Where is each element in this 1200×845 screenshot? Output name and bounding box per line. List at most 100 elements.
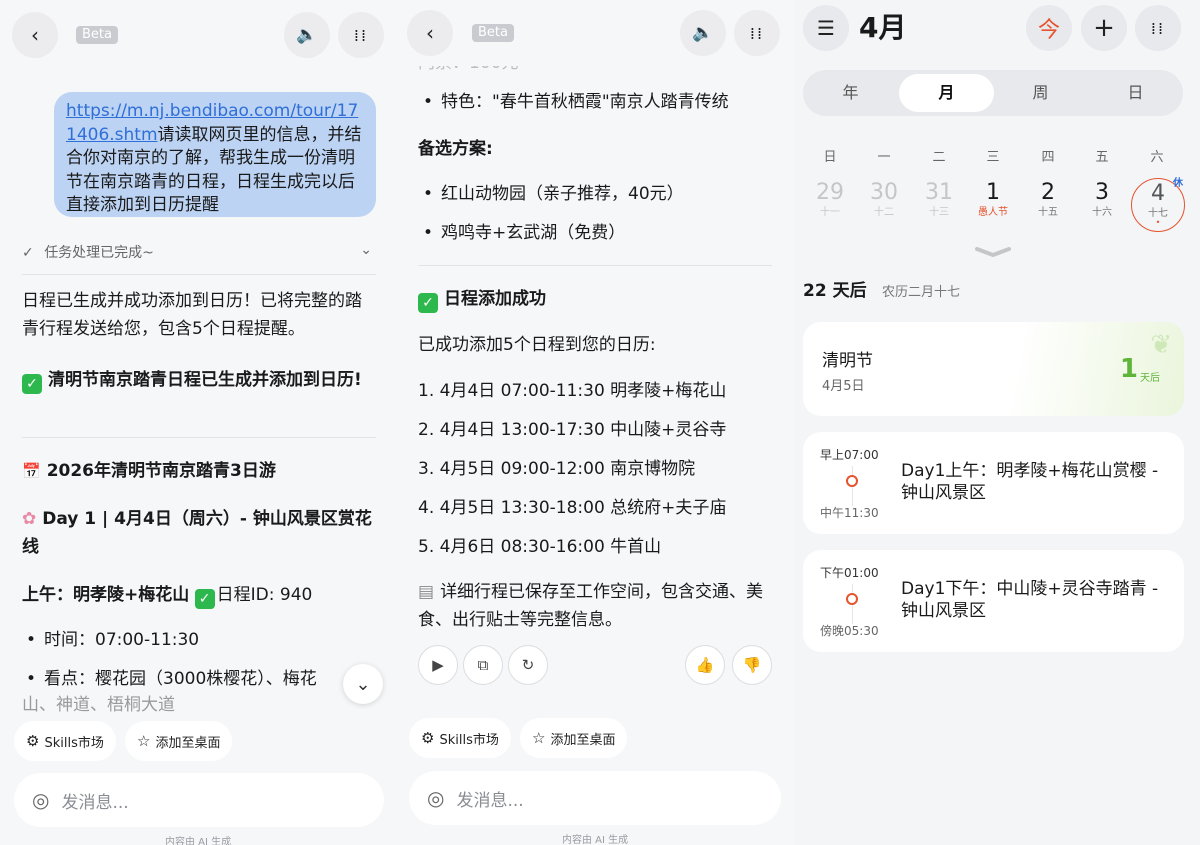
voice-icon: ◎: [427, 786, 445, 810]
segment-week[interactable]: 周: [993, 74, 1088, 112]
expand-handle[interactable]: [975, 242, 1011, 258]
check-mark-icon: ✓: [22, 374, 42, 394]
calendar-day[interactable]: 1 愚人节: [967, 180, 1019, 220]
skills-icon: ⚙: [421, 729, 435, 747]
skills-icon: ⚙: [26, 732, 40, 750]
event-start: 早上07:00: [820, 448, 879, 462]
event-title: Day1下午：中山陵+灵谷寺踏青 - 钟山风景区: [901, 579, 1159, 621]
holiday-name: 清明节: [822, 351, 873, 371]
back-button[interactable]: ‹: [12, 12, 58, 58]
today-button[interactable]: 今: [1026, 5, 1072, 51]
event-item-2: 2. 4月4日 13:00-17:30 中山陵+灵谷寺: [418, 420, 727, 440]
star-icon: ☆: [532, 729, 546, 747]
alt-item-2: 鸡鸣寺+玄武湖（免费）: [423, 219, 625, 247]
beta-badge: Beta: [472, 24, 514, 42]
speaker-button[interactable]: 🔈: [680, 10, 726, 56]
weekday-label: 六: [1150, 150, 1164, 165]
calendar-day[interactable]: 30 十二: [858, 180, 910, 220]
calendar-day[interactable]: 3 十六: [1076, 180, 1128, 220]
more-button[interactable]: ⁞⁞: [1135, 5, 1181, 51]
check-mark-icon: ✓: [418, 293, 438, 313]
weekday-label: 三: [986, 150, 1000, 165]
calendar-day[interactable]: 31 十三: [913, 180, 965, 220]
speaker-icon: 🔈: [296, 25, 318, 45]
skills-market-button[interactable]: ⚙ Skills市场: [14, 721, 116, 761]
calendar-day[interactable]: 2 十五: [1022, 180, 1074, 220]
sight-item-cont: 山、神道、梧桐大道: [22, 695, 175, 715]
ai-footer: 内容由 AI 生成: [562, 835, 629, 845]
event-end: 中午11:30: [820, 506, 879, 520]
like-button[interactable]: 👍: [685, 645, 725, 685]
holiday-date: 4月5日: [822, 379, 865, 394]
weekday-label: 日: [823, 150, 837, 165]
holiday-days-unit: 天后: [1140, 373, 1160, 384]
plus-icon: +: [1093, 13, 1115, 43]
morning-label: 上午：明孝陵+梅花山: [22, 585, 190, 605]
event-item-5: 5. 4月6日 08:30-16:00 牛首山: [418, 537, 662, 557]
holiday-card[interactable]: 清明节 4月5日 1 天后 ❦: [803, 322, 1184, 416]
dots-icon: ⁞⁞: [749, 23, 765, 43]
timeline-dot: [846, 593, 858, 605]
dots-icon: ⁞⁞: [353, 25, 369, 45]
thumbs-down-icon: 👎: [742, 656, 762, 674]
more-button[interactable]: ⁞⁞: [734, 10, 780, 56]
calendar-day[interactable]: 29 十一: [804, 180, 856, 220]
sight-item: 看点：樱花园（3000株樱花）、梅花: [26, 665, 317, 693]
event-card[interactable]: 早上07:00 中午11:30 Day1上午：明孝陵+梅花山赏樱 - 钟山风景区: [803, 432, 1184, 534]
speaker-button[interactable]: 🔈: [284, 12, 330, 58]
check-icon: ✓: [22, 245, 34, 261]
event-start: 下午01:00: [820, 566, 879, 580]
event-title: Day1上午：明孝陵+梅花山赏樱 - 钟山风景区: [901, 461, 1159, 503]
calendar-icon: 📅: [22, 462, 41, 480]
menu-icon: ☰: [817, 16, 835, 40]
month-title: 4月: [859, 11, 907, 44]
timeline-dot: [846, 475, 858, 487]
blossom-icon: ✿: [22, 509, 37, 529]
saved-note: ▤ 详细行程已保存至工作空间，包含交通、美食、出行贴士等完整信息。: [418, 582, 764, 630]
check-mark-icon: ✓: [194, 589, 215, 609]
voice-icon: ◎: [32, 788, 50, 812]
refresh-icon: ↻: [521, 656, 535, 674]
success-text: 已成功添加5个日程到您的日历:: [418, 335, 656, 355]
more-button[interactable]: ⁞⁞: [338, 12, 384, 58]
play-button[interactable]: ▶: [418, 645, 458, 685]
divider: [22, 437, 376, 438]
chevron-down-icon: ⌄: [360, 242, 372, 258]
segment-month[interactable]: 月: [899, 74, 994, 112]
chevron-down-icon: ⌄: [355, 673, 371, 695]
dots-icon: ⁞⁞: [1150, 18, 1166, 38]
reply-heading: ✓ 清明节南京踏青日程已生成并添加到日历!: [22, 366, 377, 394]
scroll-down-button[interactable]: ⌄: [343, 664, 383, 704]
dislike-button[interactable]: 👎: [732, 645, 772, 685]
task-status-text: 任务处理已完成~: [44, 245, 154, 261]
segment-year[interactable]: 年: [803, 74, 898, 112]
add-to-desktop-button[interactable]: ☆ 添加至桌面: [125, 721, 233, 761]
message-input[interactable]: ◎ 发消息...: [14, 773, 384, 827]
feature-item: 特色："春牛首秋栖霞"南京人踏青传统: [423, 88, 729, 116]
menu-button[interactable]: ☰: [803, 5, 849, 51]
event-card[interactable]: 下午01:00 傍晚05:30 Day1下午：中山陵+灵谷寺踏青 - 钟山风景区: [803, 550, 1184, 652]
day1-title: ✿ Day 1 | 4月4日（周六）- 钟山风景区赏花线: [22, 509, 372, 557]
back-button[interactable]: ‹: [407, 10, 453, 56]
event-item-4: 4. 4月5日 13:30-18:00 总统府+夫子庙: [418, 498, 727, 518]
holiday-badge: 休: [1173, 178, 1183, 189]
weekday-label: 四: [1041, 150, 1055, 165]
chevron-left-icon: ‹: [31, 23, 39, 47]
lunar-date: 农历二月十七: [882, 285, 961, 300]
task-status-row[interactable]: ✓ 任务处理已完成~ ⌄: [22, 242, 374, 264]
segment-day[interactable]: 日: [1088, 74, 1183, 112]
document-icon: ▤: [418, 582, 435, 602]
add-event-button[interactable]: +: [1081, 5, 1127, 51]
alt-heading: 备选方案:: [418, 139, 493, 159]
add-to-desktop-button[interactable]: ☆ 添加至桌面: [520, 718, 628, 758]
speaker-icon: 🔈: [692, 23, 714, 43]
skills-market-button[interactable]: ⚙ Skills市场: [409, 718, 511, 758]
beta-badge: Beta: [76, 26, 118, 44]
divider: [22, 274, 376, 275]
copy-button[interactable]: ⧉: [463, 645, 503, 685]
chat-pane-middle: 门票：100元 ‹ Beta 🔈 ⁞⁞ 特色："春牛首秋栖霞"南京人踏青传统 备…: [395, 0, 795, 845]
event-item-3: 3. 4月5日 09:00-12:00 南京博物院: [418, 459, 696, 479]
regenerate-button[interactable]: ↻: [508, 645, 548, 685]
message-input[interactable]: ◎ 发消息...: [409, 771, 781, 825]
event-end: 傍晚05:30: [820, 624, 879, 638]
